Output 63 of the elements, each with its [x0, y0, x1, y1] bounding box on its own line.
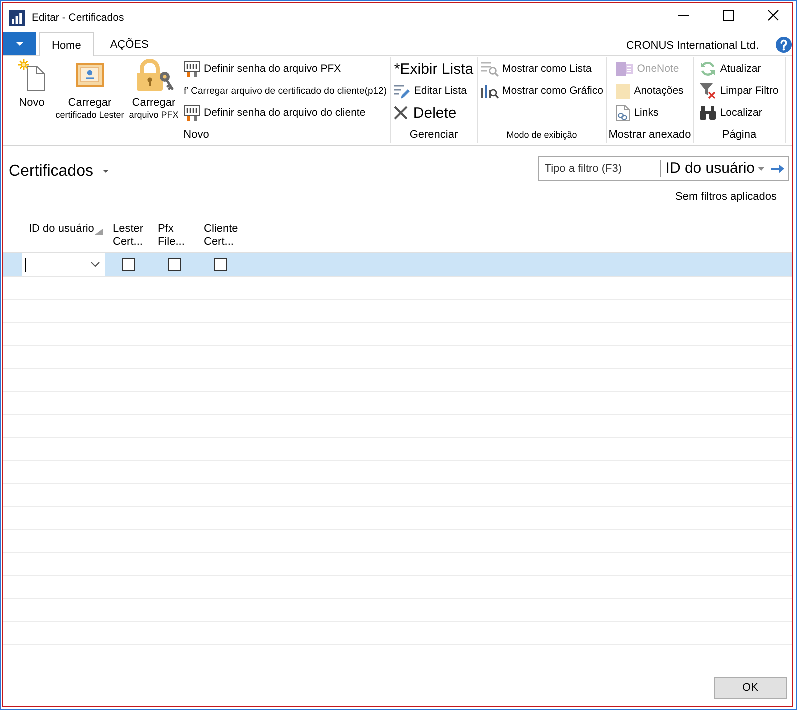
ribbon-button[interactable]: Atualizar: [700, 58, 779, 80]
group-label: Gerenciar: [408, 128, 460, 143]
checkbox[interactable]: [214, 258, 226, 271]
help-icon[interactable]: [776, 36, 792, 52]
password-field-icon: [184, 61, 200, 77]
column-header[interactable]: Pfx File...: [158, 223, 193, 249]
group-label: Modo de exibição: [506, 129, 578, 142]
ribbon-button[interactable]: Editar Lista: [394, 80, 474, 102]
caret-down-icon: [16, 42, 24, 46]
delete-icon: [394, 106, 408, 120]
binoculars-icon: [700, 106, 716, 120]
ribbon-button[interactable]: f' Carregar arquivo de certificado do cliente(p12): [184, 80, 388, 102]
dialog-button[interactable]: OK: [714, 677, 787, 699]
window-title: Editar - Certificados: [32, 12, 124, 24]
chart-search-icon: [480, 83, 499, 99]
ribbon-button[interactable]: Localizar: [700, 102, 779, 124]
checkbox[interactable]: [168, 258, 180, 271]
ribbon-tab[interactable]: AÇÕES: [97, 32, 162, 55]
padlock-key-icon: [134, 59, 174, 91]
group-label: Página: [721, 128, 758, 143]
company-name: CRONUS International Ltd.: [626, 38, 759, 52]
maximize-icon[interactable]: [723, 10, 734, 21]
close-icon[interactable]: [768, 10, 779, 21]
new-document-icon: [18, 59, 46, 91]
group-label: Novo: [182, 128, 210, 143]
caret-down-icon: [758, 166, 765, 170]
edit-list-icon: [394, 83, 410, 99]
ribbon-tab[interactable]: Home: [39, 32, 94, 56]
ribbon-button[interactable]: Anotações: [616, 80, 684, 102]
column-header[interactable]: Lester Cert...: [113, 223, 147, 249]
group-label: Mostrar anexado: [608, 128, 692, 143]
ribbon-button[interactable]: Delete: [394, 102, 474, 124]
lookup-field[interactable]: [22, 253, 105, 276]
ribbon-button[interactable]: *Exibir Lista: [394, 58, 474, 80]
refresh-icon: [700, 61, 716, 77]
notebook-icon: [616, 61, 634, 77]
filter-input[interactable]: Tipo a filtro (F3): [538, 156, 660, 181]
apply-filter-button[interactable]: [768, 156, 789, 181]
ribbon-button[interactable]: Links: [616, 102, 684, 124]
filter-clear-icon: [700, 83, 716, 99]
column-header[interactable]: ID do usuário: [29, 223, 94, 236]
link-document-icon: [616, 105, 630, 121]
caret-down-icon[interactable]: [103, 170, 110, 173]
ribbon-large-button[interactable]: Novo: [10, 57, 54, 127]
note-icon: [616, 84, 630, 98]
column-header[interactable]: Cliente Cert...: [204, 223, 239, 249]
checkbox[interactable]: [122, 258, 134, 271]
password-field-icon: [184, 105, 200, 121]
bar-chart-icon: [9, 10, 25, 26]
ribbon-button[interactable]: Definir senha do arquivo do cliente: [184, 102, 388, 124]
ribbon-button[interactable]: Mostrar como Lista: [480, 58, 604, 80]
list-search-icon: [480, 61, 499, 77]
arrow-icon: [771, 162, 785, 174]
ribbon-button[interactable]: Limpar Filtro: [700, 80, 779, 102]
ribbon-button[interactable]: Mostrar como Gráfico: [480, 80, 604, 102]
filter-field-dropdown[interactable]: ID do usuário: [660, 156, 768, 181]
ribbon-large-button[interactable]: Carregar certificado Lester: [54, 57, 126, 127]
chevron-down-icon[interactable]: [91, 262, 100, 267]
ribbon-button[interactable]: Definir senha do arquivo PFX: [184, 58, 388, 80]
filter-status: Sem filtros aplicados: [676, 190, 777, 204]
ribbon-large-button[interactable]: Carregar arquivo PFX: [126, 57, 182, 127]
page-title: Certificados: [9, 162, 94, 181]
certificate-icon: [76, 63, 104, 87]
